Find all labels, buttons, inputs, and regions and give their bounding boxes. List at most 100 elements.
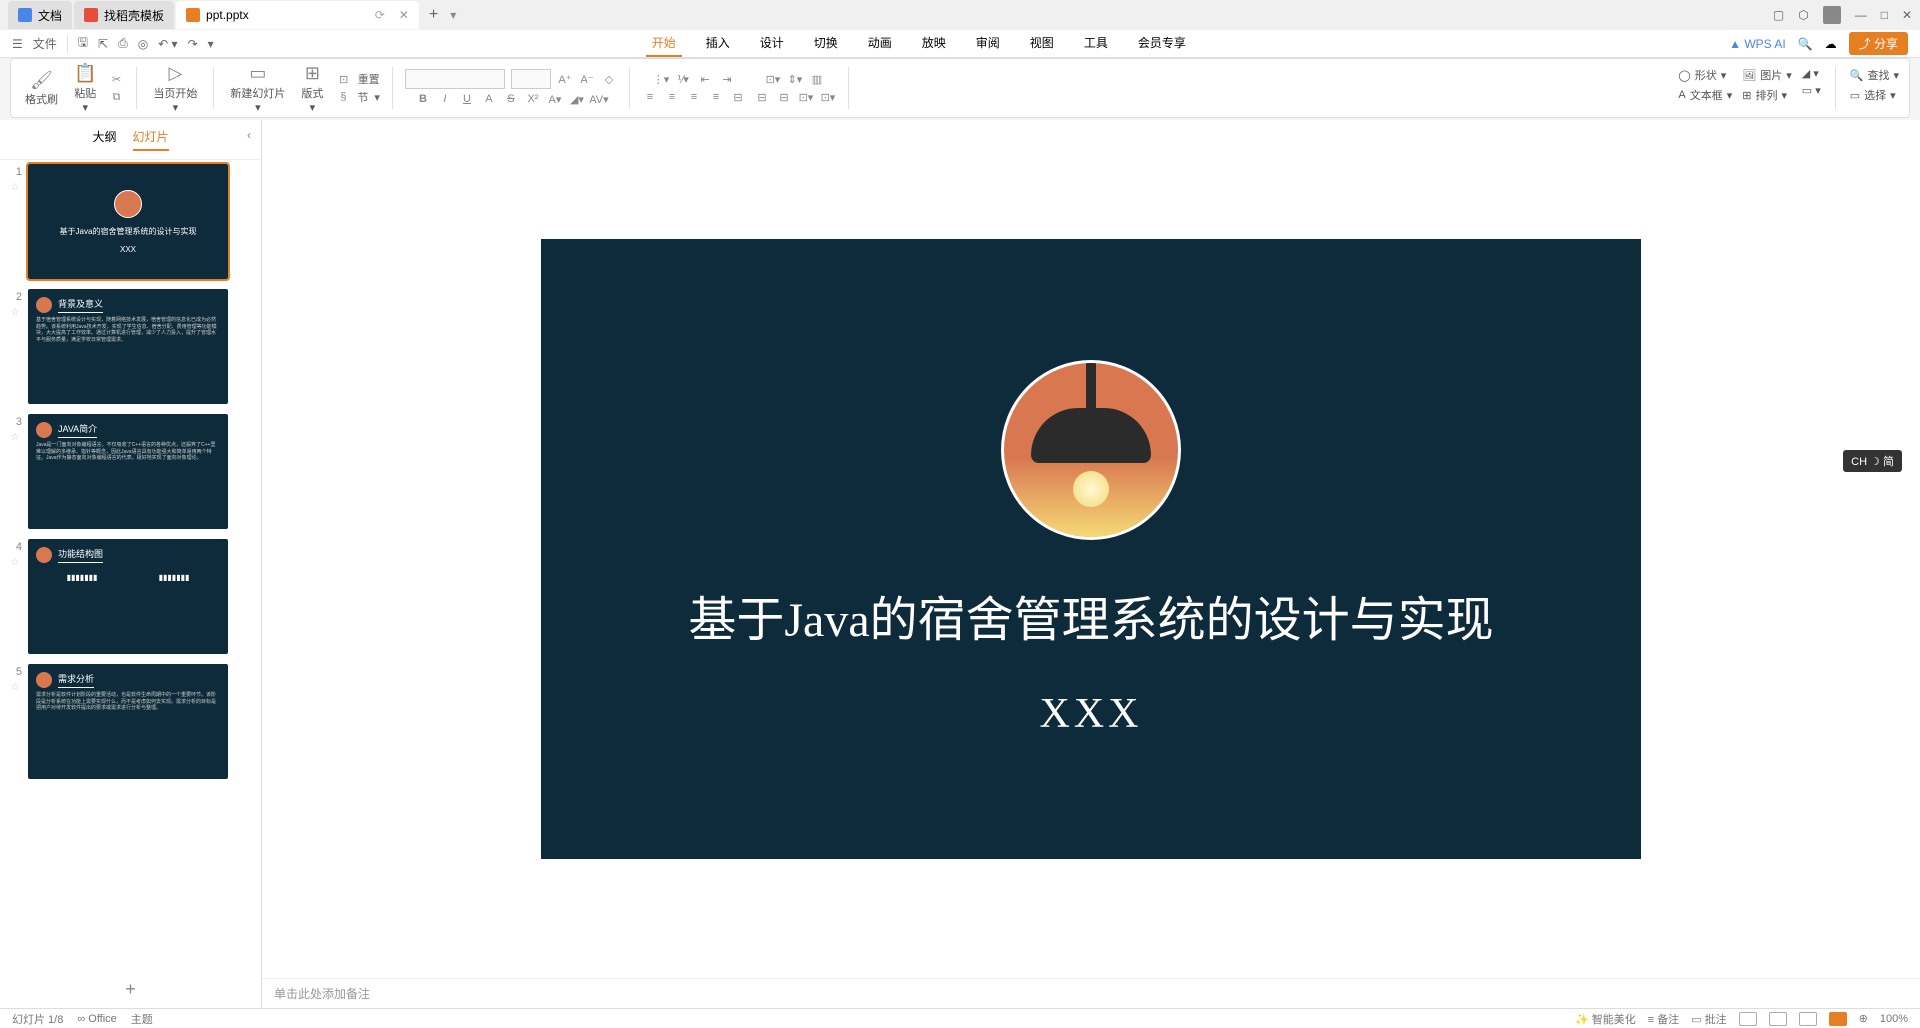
start-page-button[interactable]: ▷ 当页开始▾ [149,61,201,116]
outline-button[interactable]: ▭ ▾ [1802,84,1821,97]
strike-icon[interactable]: S [503,91,519,107]
office-link[interactable]: ∞ Office [77,1013,116,1025]
tab-vip[interactable]: 会员专享 [1132,30,1192,57]
underline-icon[interactable]: U [459,91,475,107]
align-right-icon[interactable]: ≡ [686,89,702,105]
tab-dropdown-icon[interactable]: ▾ [450,8,456,22]
tab-doc[interactable]: 文档 [8,1,72,29]
slide-thumb-2[interactable]: 背景及意义 基于宿舍管理系统设计与实现，随着网络技术发展，宿舍管理的信息化已成为… [28,289,228,404]
slide-thumb-5[interactable]: 需求分析 需求分析是软件计划阶段的重要活动，也是软件生命周期中的一个重要环节。该… [28,664,228,779]
line-spacing-icon[interactable]: ⇕▾ [787,71,803,87]
numbering-icon[interactable]: ⅟▾ [675,71,691,87]
view-slideshow[interactable] [1829,1012,1847,1026]
reset-icon[interactable]: ⊡ [336,71,352,87]
slide-title[interactable]: 基于Java的宿舍管理系统的设计与实现 [688,580,1493,650]
indent-dec-icon[interactable]: ⇤ [697,71,713,87]
slide-thumb-4[interactable]: 功能结构图 ▮▮▮▮▮▮▮ ▮▮▮▮▮▮▮ [28,539,228,654]
star-icon[interactable]: ☆ [11,182,20,193]
menu-icon[interactable]: ☰ [12,37,23,51]
view-normal[interactable] [1739,1012,1757,1026]
zoom-level[interactable]: 100% [1880,1013,1908,1025]
view-sorter[interactable] [1769,1012,1787,1026]
add-slide-button[interactable]: + [0,971,261,1008]
tab-animation[interactable]: 动画 [862,30,898,57]
close-button[interactable]: ✕ [1902,8,1912,22]
align-center-icon[interactable]: ≡ [664,89,680,105]
font-size-select[interactable] [511,69,551,89]
find-button[interactable]: 🔍 查找 ▾ [1850,67,1899,83]
align-left-icon[interactable]: ≡ [642,89,658,105]
decrease-font-icon[interactable]: A⁻ [579,71,595,87]
dropdown-icon[interactable]: ▾ [208,37,214,51]
fit-icon[interactable]: ⊕ [1859,1012,1868,1025]
star-icon[interactable]: ☆ [11,557,20,568]
indent-icon[interactable]: ⊟ [776,89,792,105]
wps-ai-button[interactable]: ▲ WPS AI [1729,37,1786,51]
preview-icon[interactable]: ◎ [138,37,148,51]
theme-link[interactable]: 主题 [131,1011,153,1027]
tab-slideshow[interactable]: 放映 [916,30,952,57]
tab-slides[interactable]: 幻灯片 [133,128,169,151]
shape-button[interactable]: ◯ 形状 ▾ [1678,67,1732,83]
shadow-icon[interactable]: A [481,91,497,107]
tab-ppt[interactable]: ppt.pptx ⟳ ✕ [176,1,419,29]
tab-design[interactable]: 设计 [754,30,790,57]
export-icon[interactable]: ⇱ [98,37,108,51]
cloud-icon[interactable]: ☁ [1825,37,1837,51]
collapse-icon[interactable]: ‹ [247,128,251,142]
tab-refresh-icon[interactable]: ⟳ [375,8,385,22]
superscript-icon[interactable]: X² [525,91,541,107]
star-icon[interactable]: ☆ [11,432,20,443]
increase-font-icon[interactable]: A⁺ [557,71,573,87]
valign-icon[interactable]: ⊟ [754,89,770,105]
paste-button[interactable]: 📋 粘贴▾ [70,61,100,116]
share-button[interactable]: ⤴ 分享 [1849,32,1908,55]
remarks-button[interactable]: ≡ 备注 [1648,1011,1679,1027]
cube-icon[interactable]: ⬡ [1798,8,1808,22]
bullets-icon[interactable]: ⋮▾ [653,71,669,87]
tab-review[interactable]: 审阅 [970,30,1006,57]
tab-start[interactable]: 开始 [646,30,682,57]
layout-button[interactable]: ⊞ 版式▾ [297,61,327,116]
slide-subtitle[interactable]: XXX [1040,690,1143,738]
beautify-button[interactable]: ✨ 智能美化 [1575,1011,1636,1027]
cut-icon[interactable]: ✂ [108,71,124,87]
smart-art-icon[interactable]: ⊡▾ [798,89,814,105]
textbox-button[interactable]: A 文本框 ▾ [1678,87,1732,103]
select-button[interactable]: ▭ 选择 ▾ [1850,87,1899,103]
search-icon[interactable]: 🔍 [1798,37,1813,51]
slide-thumb-3[interactable]: JAVA简介 Java是一门面向对象编程语言，不仅吸收了C++语言的各种优点，还… [28,414,228,529]
print-icon[interactable]: ⎙ [118,36,128,51]
text-dir-icon[interactable]: ⊡▾ [765,71,781,87]
tab-transition[interactable]: 切换 [808,30,844,57]
font-family-select[interactable] [405,69,505,89]
maximize-button[interactable]: □ [1881,8,1888,22]
spacing-icon[interactable]: AV▾ [591,91,607,107]
screenshot-icon[interactable]: ▢ [1773,8,1784,22]
tab-tools[interactable]: 工具 [1078,30,1114,57]
fill-button[interactable]: ◢ ▾ [1802,67,1821,80]
save-icon[interactable]: 🖫 [78,33,88,54]
columns-icon[interactable]: ▥ [809,71,825,87]
notes-placeholder[interactable]: 单击此处添加备注 [262,978,1920,1008]
clear-format-icon[interactable]: ◇ [601,71,617,87]
italic-icon[interactable]: I [437,91,453,107]
tab-template[interactable]: 找稻壳模板 [74,1,174,29]
format-brush-button[interactable]: 🖌 格式刷 [21,67,62,109]
highlight-icon[interactable]: ◢▾ [569,91,585,107]
star-icon[interactable]: ☆ [11,682,20,693]
section-icon[interactable]: § [335,89,351,105]
close-icon[interactable]: ✕ [399,8,409,22]
slide-canvas[interactable]: 基于Java的宿舍管理系统的设计与实现 XXX [541,239,1641,859]
undo-icon[interactable]: ↶ ▾ [158,37,177,51]
tab-outline[interactable]: 大纲 [92,128,116,151]
comments-button[interactable]: ▭ 批注 [1691,1011,1726,1027]
minimize-button[interactable]: — [1855,8,1867,22]
avatar-icon[interactable] [1823,6,1841,24]
view-reading[interactable] [1799,1012,1817,1026]
file-menu[interactable]: 文件 [33,35,57,52]
bold-icon[interactable]: B [415,91,431,107]
arrange-button[interactable]: ⊞ 排列 ▾ [1742,87,1792,103]
justify-icon[interactable]: ≡ [708,89,724,105]
indent-inc-icon[interactable]: ⇥ [719,71,735,87]
